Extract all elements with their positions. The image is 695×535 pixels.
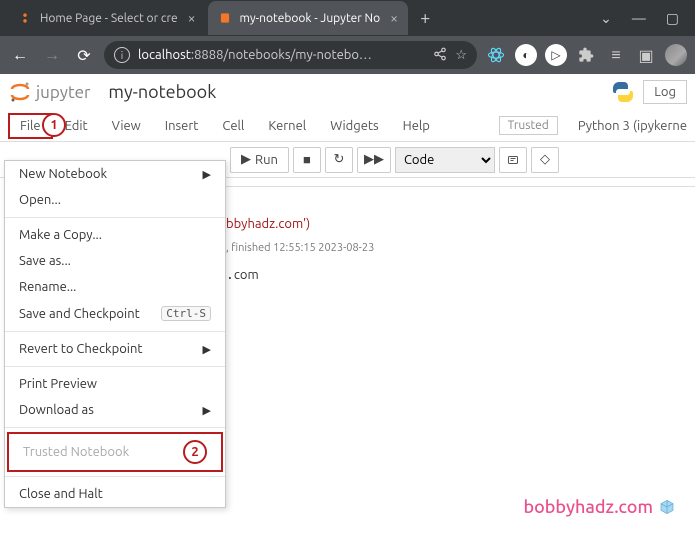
ext-play-icon[interactable]: ▷ xyxy=(545,44,567,66)
tab-title: Home Page - Select or cre xyxy=(40,12,178,25)
restart-button[interactable]: ↻ xyxy=(325,147,353,173)
watermark: bobbyhadz.com xyxy=(523,497,675,517)
browser-nav-bar: ← → ⟳ i localhost:8888/notebooks/my-note… xyxy=(0,36,695,74)
annotation-2: 2 xyxy=(183,440,207,464)
browser-tab-strip: Home Page - Select or cre × my-notebook … xyxy=(0,0,695,36)
maximize-icon[interactable]: ▢ xyxy=(666,10,679,27)
url-host: localhost xyxy=(138,48,191,62)
cell-output: .com xyxy=(226,268,695,283)
submenu-arrow-icon: ▶ xyxy=(203,168,211,181)
menu-bar: File Edit View Insert Cell Kernel Widget… xyxy=(0,110,695,142)
menu-save-as[interactable]: Save as... xyxy=(5,248,225,274)
menu-trusted-notebook: Trusted Notebook 2 xyxy=(7,432,223,472)
notebook-name[interactable]: my-notebook xyxy=(108,82,216,102)
minimize-icon[interactable]: — xyxy=(632,10,646,27)
window-controls: ⌄ — ▢ xyxy=(600,10,695,27)
jupyter-logo-icon xyxy=(8,80,32,104)
menu-close-halt[interactable]: Close and Halt xyxy=(5,481,225,507)
menu-rename[interactable]: Rename... xyxy=(5,274,225,300)
back-button[interactable]: ← xyxy=(8,46,32,65)
stop-button[interactable]: ■ xyxy=(293,147,321,173)
menu-print-preview[interactable]: Print Preview xyxy=(5,371,225,397)
menu-icon[interactable]: ≡ xyxy=(605,44,627,66)
submenu-arrow-icon: ▶ xyxy=(203,343,211,356)
shortcut-label: Ctrl-S xyxy=(161,306,211,321)
jupyter-header: jupyter my-notebook Log xyxy=(0,74,695,110)
command-palette-button[interactable] xyxy=(499,147,527,173)
menu-save-checkpoint[interactable]: Save and CheckpointCtrl-S xyxy=(5,300,225,327)
run-button[interactable]: ▶ Run xyxy=(230,147,289,173)
menu-view[interactable]: View xyxy=(100,113,153,139)
menu-open[interactable]: Open... xyxy=(5,187,225,213)
menu-cell[interactable]: Cell xyxy=(210,113,256,139)
extensions-icon[interactable] xyxy=(575,44,597,66)
bookmark-icon[interactable]: ☆ xyxy=(455,48,467,63)
close-icon[interactable]: × xyxy=(188,10,196,26)
restart-run-button[interactable]: ▶▶ xyxy=(357,147,391,173)
react-ext-icon[interactable] xyxy=(485,44,507,66)
new-tab-button[interactable]: + xyxy=(420,8,430,28)
toolbar-extra-button[interactable]: ◇ xyxy=(531,147,559,173)
menu-revert[interactable]: Revert to Checkpoint▶ xyxy=(5,336,225,362)
cell-type-select[interactable]: Code xyxy=(395,147,495,173)
reload-button[interactable]: ⟳ xyxy=(72,46,96,65)
menu-download-as[interactable]: Download as▶ xyxy=(5,397,225,423)
menu-widgets[interactable]: Widgets xyxy=(318,113,390,139)
menu-help[interactable]: Help xyxy=(391,113,442,139)
jupyter-logo-text: jupyter xyxy=(36,83,90,102)
menu-insert[interactable]: Insert xyxy=(153,113,211,139)
chevron-down-icon[interactable]: ⌄ xyxy=(600,10,612,27)
notebook-favicon xyxy=(218,11,232,25)
submenu-arrow-icon: ▶ xyxy=(203,404,211,417)
menu-make-copy[interactable]: Make a Copy... xyxy=(5,222,225,248)
menu-kernel[interactable]: Kernel xyxy=(256,113,318,139)
code-cell-fragment: bbyhadz.com') xyxy=(226,217,695,232)
file-dropdown: New Notebook▶ Open... Make a Copy... Sav… xyxy=(4,160,226,508)
jupyter-favicon xyxy=(18,11,32,25)
profile-avatar[interactable] xyxy=(665,44,687,66)
url-path: :8888/notebooks/my-notebo… xyxy=(191,48,372,62)
trusted-indicator[interactable]: Trusted xyxy=(499,116,558,135)
logout-button[interactable]: Log xyxy=(643,80,687,104)
panel-icon[interactable]: ▣ xyxy=(635,44,657,66)
forward-button[interactable]: → xyxy=(40,46,64,65)
menu-new-notebook[interactable]: New Notebook▶ xyxy=(5,161,225,187)
ext-circle-icon[interactable]: ◐ xyxy=(515,44,537,66)
cube-icon xyxy=(659,499,675,515)
jupyter-logo[interactable]: jupyter xyxy=(8,80,90,104)
address-bar[interactable]: i localhost:8888/notebooks/my-notebo… ☆ xyxy=(104,41,477,69)
python-logo-icon xyxy=(611,80,635,104)
annotation-1: 1 xyxy=(42,113,66,137)
execution-info: , finished 12:55:15 2023-08-23 xyxy=(226,242,695,254)
share-icon[interactable] xyxy=(433,47,447,64)
site-info-icon[interactable]: i xyxy=(114,47,130,63)
kernel-name[interactable]: Python 3 (ipykerne xyxy=(578,119,687,133)
browser-tab-home[interactable]: Home Page - Select or cre × xyxy=(8,1,206,35)
extensions-row: ◐ ▷ ≡ ▣ xyxy=(485,44,687,66)
close-icon[interactable]: × xyxy=(390,10,398,26)
browser-tab-notebook[interactable]: my-notebook - Jupyter No × xyxy=(208,1,409,35)
tab-title: my-notebook - Jupyter No xyxy=(240,12,381,25)
notebook-body: bbyhadz.com') , finished 12:55:15 2023-0… xyxy=(226,178,695,283)
watermark-text: bobbyhadz.com xyxy=(523,497,653,517)
